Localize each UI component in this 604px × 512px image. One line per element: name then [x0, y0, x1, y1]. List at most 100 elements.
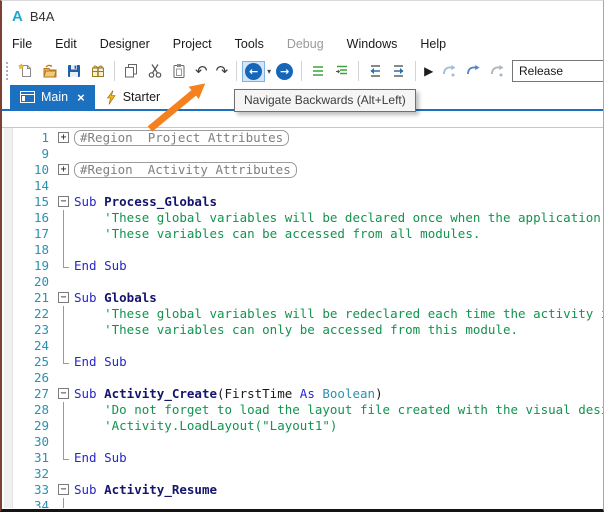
code-line[interactable]: 30 — [2, 434, 603, 450]
menu-file[interactable]: File — [12, 37, 32, 51]
code-line[interactable]: 17 'These variables can be accessed from… — [2, 226, 603, 242]
redo-button[interactable]: ↷ — [214, 59, 231, 83]
shift-right-button[interactable] — [389, 59, 409, 83]
code-text[interactable]: End Sub — [74, 258, 127, 274]
step-into-button[interactable] — [487, 59, 507, 83]
resume-button[interactable] — [439, 59, 459, 83]
menu-windows[interactable]: Windows — [347, 37, 398, 51]
code-line[interactable]: 29 'Activity.LoadLayout("Layout1") — [2, 418, 603, 434]
fold-marker[interactable]: + — [58, 132, 69, 143]
cut-button[interactable] — [145, 59, 165, 83]
fold-gutter — [56, 466, 74, 482]
tab-starter[interactable]: Starter — [95, 85, 171, 109]
code-line[interactable]: 31 End Sub — [2, 450, 603, 466]
fold-gutter — [56, 146, 74, 162]
code-text[interactable]: 'These global variables will be declared… — [74, 210, 603, 226]
outdent-button[interactable] — [308, 59, 328, 83]
line-number: 20 — [33, 274, 49, 289]
code-line[interactable]: 9 — [2, 146, 603, 162]
shift-left-button[interactable] — [365, 59, 385, 83]
back-history-caret-icon: ▾ — [267, 66, 272, 76]
save-button[interactable] — [64, 59, 84, 83]
code-line[interactable]: 21− Sub Globals — [2, 290, 603, 306]
menu-help[interactable]: Help — [420, 37, 446, 51]
fold-marker[interactable]: − — [58, 196, 69, 207]
fold-expand-icon: + — [56, 162, 74, 178]
fold-collapse-icon: − — [56, 482, 74, 498]
menu-designer[interactable]: Designer — [100, 37, 150, 51]
code-line[interactable]: 1 + #Region Project Attributes — [2, 130, 603, 146]
code-text[interactable]: 'These global variables will be redeclar… — [74, 306, 603, 322]
code-line[interactable]: 23 'These variables can only be accessed… — [2, 322, 603, 338]
shift-right-icon — [394, 65, 404, 77]
indent-button[interactable] — [332, 59, 352, 83]
code-text[interactable]: End Sub — [74, 450, 127, 466]
code-line[interactable]: 28 'Do not forget to load the layout fil… — [2, 402, 603, 418]
code-line[interactable]: 34 — [2, 498, 603, 508]
code-segment-kw: Sub — [74, 386, 105, 401]
outdent-icon — [313, 66, 324, 76]
menu-tools[interactable]: Tools — [235, 37, 264, 51]
menu-bar: File Edit Designer Project Tools Debug Windows… — [2, 31, 603, 57]
shift-left-icon — [370, 65, 381, 77]
code-line[interactable]: 10 + #Region Activity Attributes — [2, 162, 603, 178]
fold-marker[interactable]: + — [58, 164, 69, 175]
code-line[interactable]: 20 — [2, 274, 603, 290]
fold-marker[interactable]: − — [58, 484, 69, 495]
code-line[interactable]: 27− Sub Activity_Create(FirstTime As Bool… — [2, 386, 603, 402]
menu-debug[interactable]: Debug — [287, 37, 324, 51]
code-line[interactable]: 22 'These global variables will be redec… — [2, 306, 603, 322]
fold-guide — [63, 418, 64, 434]
build-configuration-select[interactable]: Release — [512, 60, 603, 82]
fold-guide — [63, 226, 64, 242]
code-text[interactable]: 'Activity.LoadLayout("Layout1") — [74, 418, 337, 434]
code-line[interactable]: 16 'These global variables will be decla… — [2, 210, 603, 226]
step-over-button[interactable] — [463, 59, 483, 83]
code-text[interactable]: End Sub — [74, 354, 127, 370]
line-number: 21 — [33, 290, 49, 305]
code-text[interactable]: 'Do not forget to load the layout file c… — [74, 402, 603, 418]
new-project-button[interactable] — [16, 59, 36, 83]
code-text[interactable]: Sub Globals — [74, 290, 157, 306]
copy-button[interactable] — [121, 59, 141, 83]
code-editor[interactable]: 1 + #Region Project Attributes 9 10 + #Region … — [2, 128, 603, 508]
fold-collapse-icon: − — [56, 290, 74, 306]
new-project-icon — [18, 63, 31, 77]
code-line[interactable]: 25 End Sub — [2, 354, 603, 370]
toolbar-grip[interactable] — [6, 62, 11, 80]
code-text[interactable]: 'These variables can be accessed from al… — [74, 226, 480, 242]
code-line[interactable]: 24 — [2, 338, 603, 354]
menu-edit[interactable]: Edit — [55, 37, 77, 51]
code-text[interactable]: Sub Activity_Resume — [74, 482, 217, 498]
code-line[interactable]: 33− Sub Activity_Resume — [2, 482, 603, 498]
code-text[interactable]: #Region Project Attributes — [74, 130, 290, 146]
modules-button[interactable] — [88, 59, 108, 83]
code-line[interactable]: 32 — [2, 466, 603, 482]
code-line[interactable]: 26 — [2, 370, 603, 386]
fold-guide-line — [56, 210, 74, 226]
code-line[interactable]: 18 — [2, 242, 603, 258]
code-line[interactable]: 19 End Sub — [2, 258, 603, 274]
line-number: 17 — [33, 226, 49, 241]
code-text[interactable]: #Region Activity Attributes — [74, 162, 297, 178]
navigate-forward-button[interactable]: → — [274, 59, 295, 83]
code-line[interactable]: 14 — [2, 178, 603, 194]
open-project-button[interactable] — [40, 59, 60, 83]
code-text[interactable]: Sub Process_Globals — [74, 194, 217, 210]
code-segment-cmt: 'Do not forget to load the layout file c… — [74, 402, 603, 417]
menu-project[interactable]: Project — [173, 37, 212, 51]
back-history-dropdown[interactable]: ▾ — [266, 59, 272, 83]
run-button[interactable]: ▶ — [422, 59, 435, 83]
paste-button[interactable] — [169, 59, 189, 83]
code-line[interactable]: 15− Sub Process_Globals — [2, 194, 603, 210]
navigate-back-button[interactable]: ← — [242, 60, 266, 82]
code-text[interactable]: Sub Activity_Create(FirstTime As Boolean… — [74, 386, 383, 402]
fold-guide — [63, 210, 64, 226]
tab-main[interactable]: Main × — [10, 85, 95, 109]
fold-marker[interactable]: − — [58, 388, 69, 399]
fold-marker[interactable]: − — [58, 292, 69, 303]
tab-close-icon[interactable]: × — [77, 90, 85, 105]
code-text[interactable]: 'These variables can only be accessed fr… — [74, 322, 518, 338]
undo-button[interactable]: ↶ — [193, 59, 210, 83]
tab-label: Starter — [122, 90, 161, 104]
